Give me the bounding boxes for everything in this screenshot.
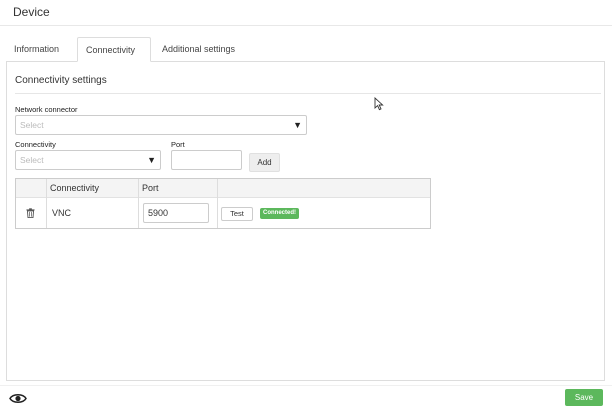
column-divider	[46, 179, 47, 228]
network-connector-label: Network connector	[15, 105, 78, 114]
row-port-input[interactable]: 5900	[143, 203, 209, 223]
connectivity-label: Connectivity	[15, 140, 56, 149]
tab-information[interactable]: Information	[6, 37, 76, 62]
column-header-connectivity: Connectivity	[50, 183, 100, 193]
test-button[interactable]: Test	[221, 207, 253, 221]
network-connector-placeholder: Select	[20, 120, 44, 130]
network-connector-select[interactable]: Select ▼	[15, 115, 307, 135]
caret-down-icon: ▼	[147, 155, 156, 165]
section-title: Connectivity settings	[15, 75, 107, 86]
connectivity-panel: Connectivity settings Network connector …	[6, 61, 605, 381]
dialog-header: Device	[0, 0, 612, 26]
column-divider	[138, 179, 139, 228]
add-button[interactable]: Add	[249, 153, 280, 172]
status-badge: Connected!	[260, 208, 299, 219]
tab-connectivity[interactable]: Connectivity	[77, 37, 151, 62]
column-divider	[217, 179, 218, 228]
footer-divider	[0, 385, 612, 386]
eye-icon[interactable]	[9, 393, 27, 404]
port-input[interactable]	[171, 150, 242, 170]
row-connectivity-value: VNC	[52, 208, 72, 218]
tab-additional-settings[interactable]: Additional settings	[154, 37, 254, 62]
section-divider	[15, 93, 601, 94]
connectivity-select[interactable]: Select ▼	[15, 150, 161, 170]
column-header-port: Port	[142, 183, 159, 193]
caret-down-icon: ▼	[293, 120, 302, 130]
trash-icon[interactable]	[26, 208, 35, 218]
connectivity-placeholder: Select	[20, 155, 44, 165]
port-label: Port	[171, 140, 185, 149]
save-button[interactable]: Save	[565, 389, 603, 406]
mouse-cursor-icon	[374, 97, 384, 111]
connectivity-table: Connectivity Port VNC 5900 Test Connecte…	[15, 178, 431, 229]
page-title: Device	[13, 5, 50, 19]
